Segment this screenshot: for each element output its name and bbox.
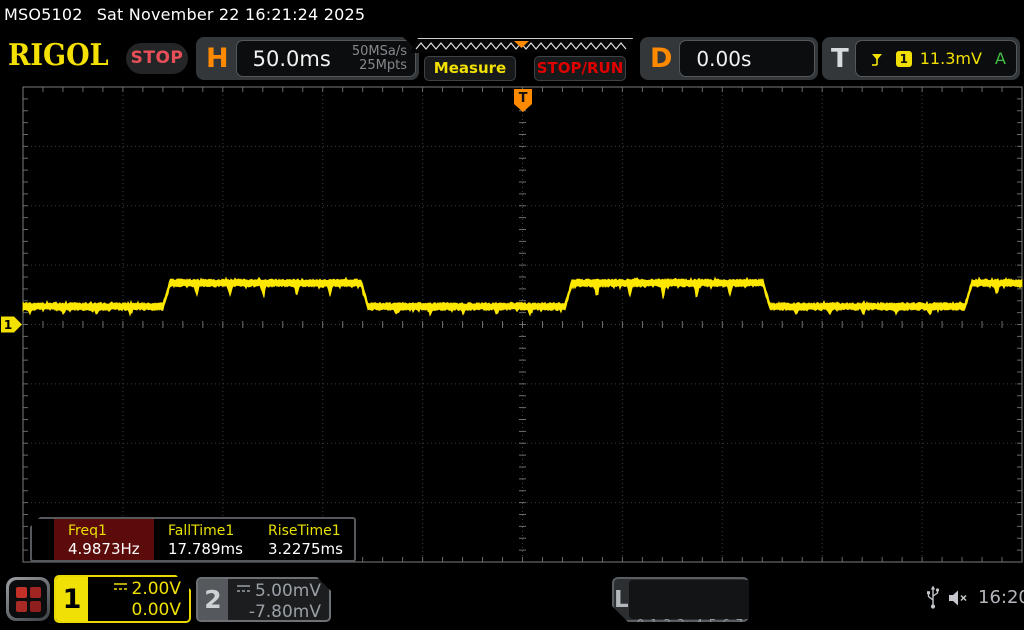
- dc-coupling-icon: [113, 581, 128, 592]
- menu-button[interactable]: [6, 577, 50, 621]
- channel-2-offset: -7.80mV: [248, 602, 321, 622]
- channel-1-offset: 0.00V: [131, 600, 181, 620]
- logic-channels-box[interactable]: L 0 1 2 3 4 5 6 7 8 9 1011 12131415: [612, 577, 749, 622]
- measurement-panel-spacer: [32, 519, 54, 560]
- menu-grid-icon: [9, 580, 47, 618]
- channel-1-badge: 1: [56, 577, 88, 621]
- channel-1-scale: 2.00V: [88, 579, 181, 600]
- channel-2-scale: 5.00mV: [228, 581, 321, 602]
- channel-1-box[interactable]: 1 2.00V 0.00V: [54, 575, 191, 623]
- measurement-risetime1[interactable]: RiseTime1 3.2275ms: [254, 519, 354, 560]
- graticule: [22, 86, 1023, 563]
- trigger-position-label: T: [519, 91, 528, 106]
- measurement-freq1[interactable]: Freq1 4.9873Hz: [54, 519, 154, 560]
- measurement-panel[interactable]: Freq1 4.9873Hz FallTime1 17.789ms RiseTi…: [30, 517, 356, 562]
- clock: 16:20: [978, 587, 1024, 608]
- channel-1-ground-label: 1: [4, 318, 12, 332]
- measurement-falltime1[interactable]: FallTime1 17.789ms: [154, 519, 254, 560]
- dc-coupling-icon: [236, 583, 251, 594]
- sound-muted-icon: [949, 590, 967, 605]
- channel-2-badge: 2: [198, 579, 228, 620]
- usb-icon: [927, 585, 940, 609]
- oscilloscope-screen: MSO5102 Sat November 22 16:21:24 2025 RIG…: [0, 0, 1024, 630]
- channel-2-box[interactable]: 2 5.00mV -7.80mV: [196, 577, 331, 622]
